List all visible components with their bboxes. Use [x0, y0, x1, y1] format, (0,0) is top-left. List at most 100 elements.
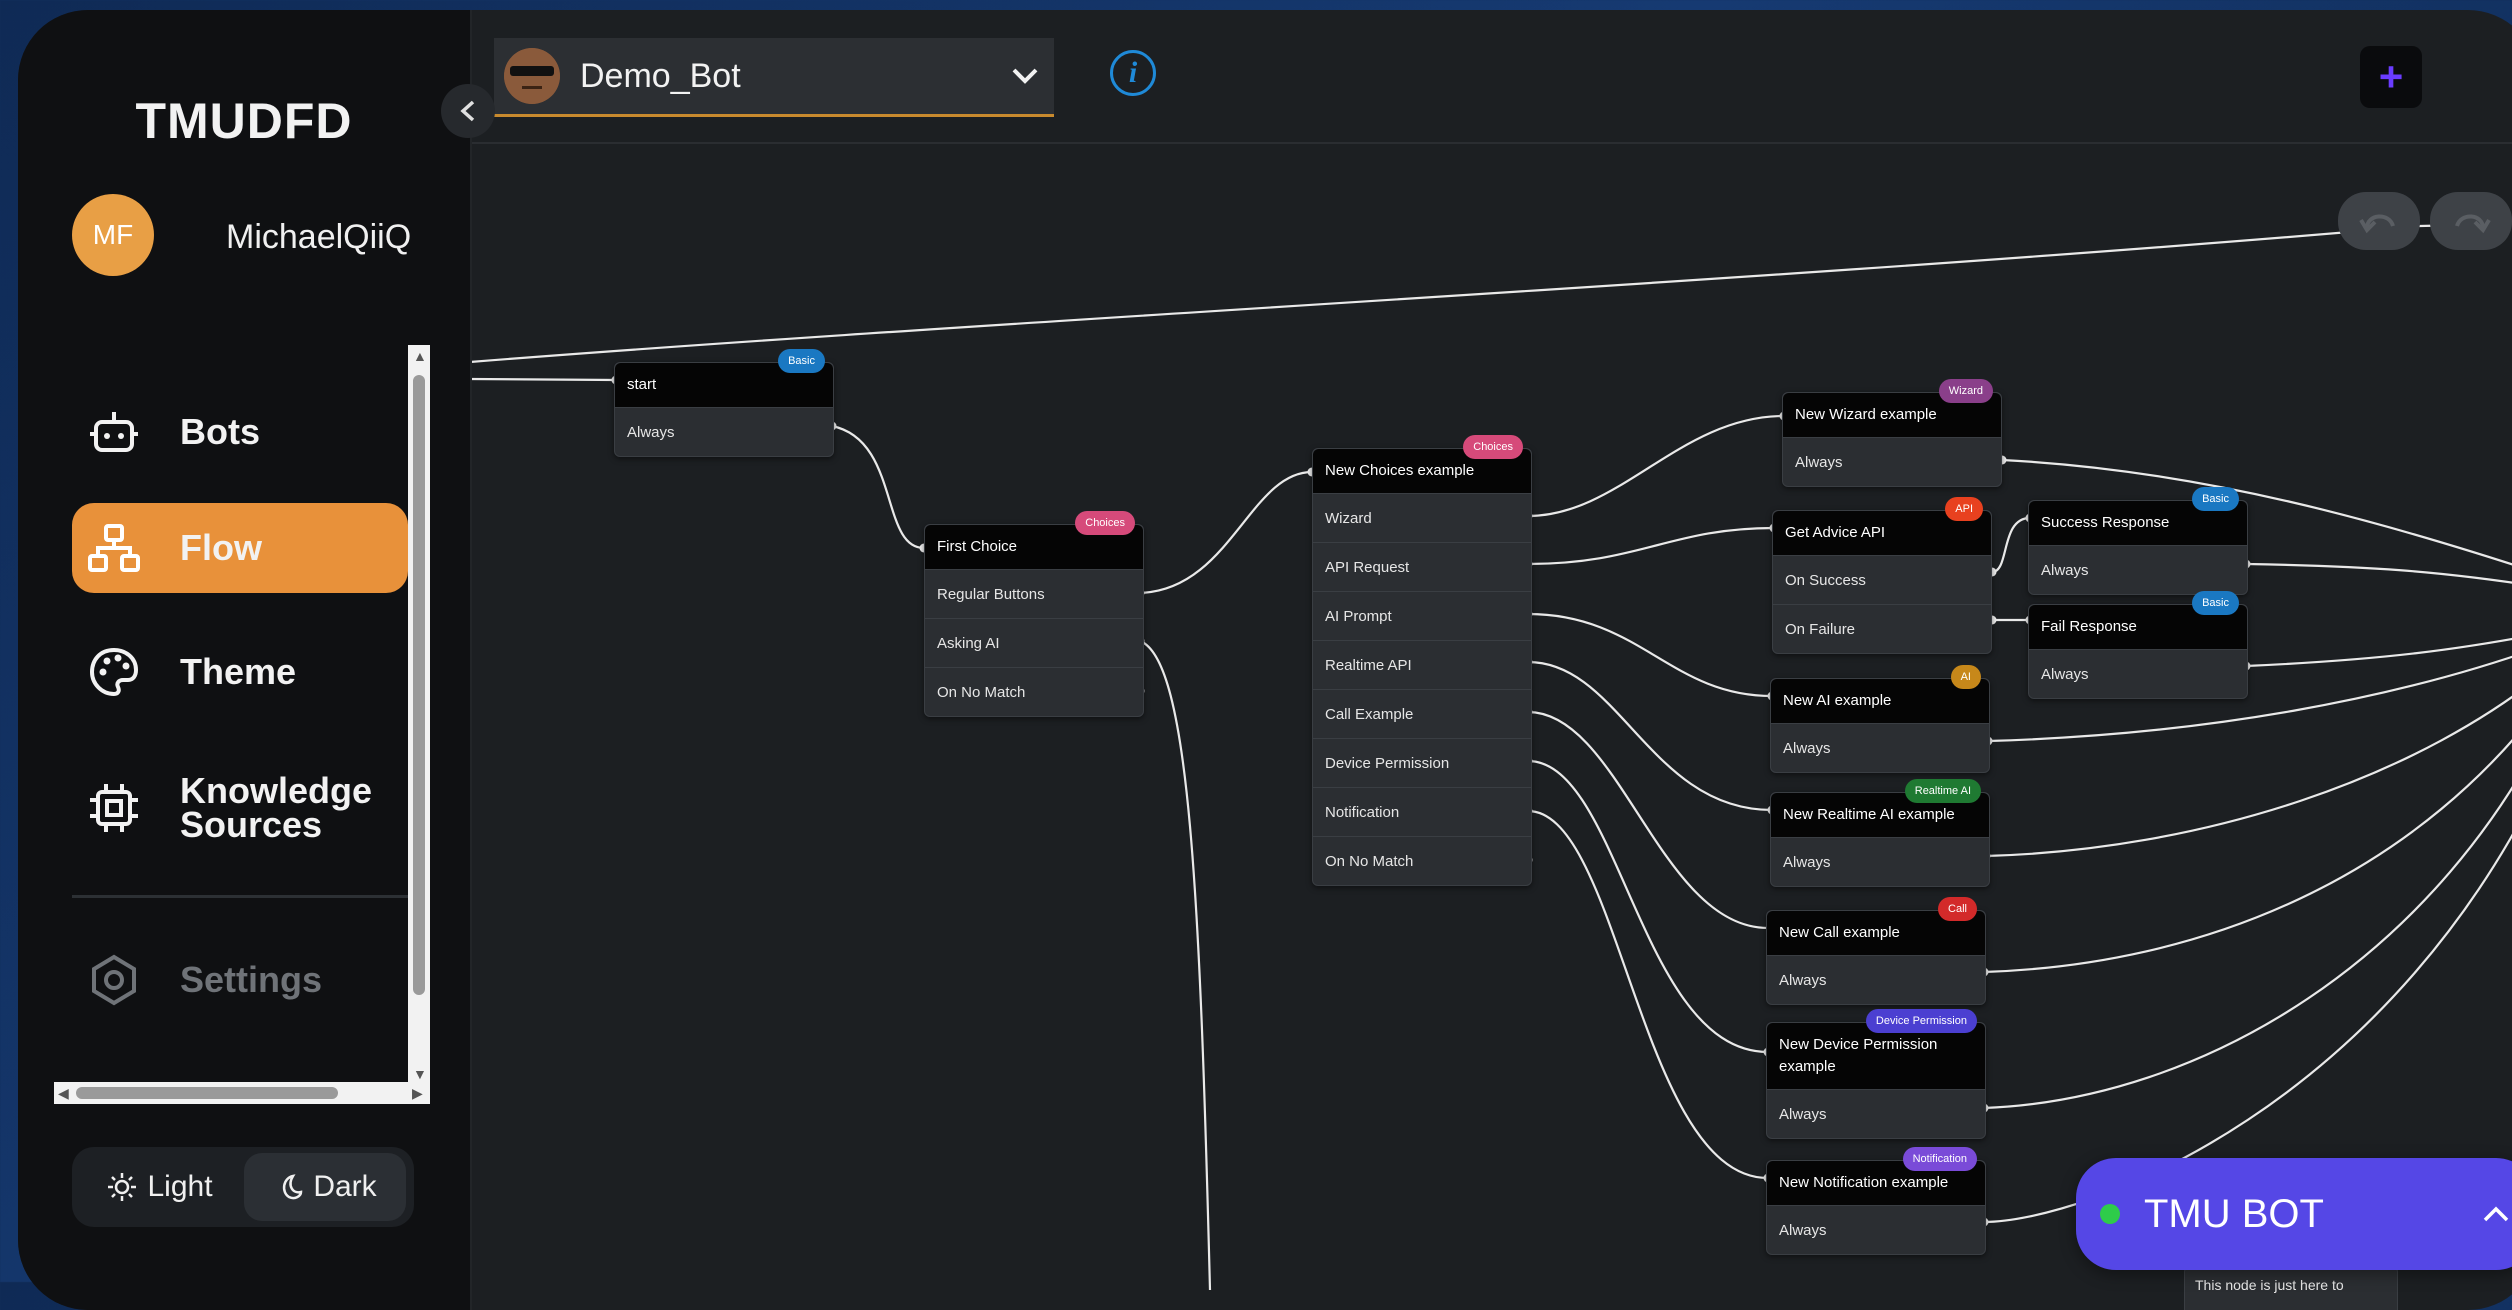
node-row: Wizard: [1313, 493, 1531, 542]
brand-title: TMUDFD: [135, 93, 353, 149]
scroll-up-icon[interactable]: ▲: [413, 349, 427, 363]
flow-node-realtime-ai[interactable]: New Realtime AI example Always Realtime …: [1770, 779, 1990, 887]
scroll-down-icon[interactable]: ▼: [413, 1067, 427, 1081]
node-row: On No Match: [925, 667, 1143, 716]
flow-node-first-choice[interactable]: First Choice Regular Buttons Asking AI O…: [924, 511, 1144, 717]
sidebar-item-settings[interactable]: Settings: [72, 935, 408, 1025]
sidebar-item-knowledge-sources[interactable]: Knowledge Sources: [72, 763, 408, 853]
flow-node-fail-response[interactable]: Fail Response Always Basic: [2028, 591, 2248, 699]
node-badge: Choices: [1075, 511, 1135, 535]
app-window: start Always Basic First Choice Regular …: [18, 10, 2512, 1310]
node-row: Always: [1767, 955, 1985, 1004]
node-row: API Request: [1313, 542, 1531, 591]
bot-avatar-icon: [504, 48, 560, 104]
flow-node-call[interactable]: New Call example Always Call: [1766, 897, 1986, 1005]
info-icon[interactable]: i: [1110, 50, 1156, 96]
node-badge: Basic: [2192, 591, 2239, 615]
flow-node-note-partial[interactable]: This node is just here to: [2184, 1266, 2398, 1310]
node-row: Realtime API: [1313, 640, 1531, 689]
node-badge: Basic: [2192, 487, 2239, 511]
theme-dark-label: Dark: [313, 1170, 377, 1203]
scroll-right-icon[interactable]: ▶: [412, 1086, 423, 1100]
node-row: Device Permission: [1313, 738, 1531, 787]
node-row: Always: [1783, 437, 2001, 486]
node-row: Always: [1767, 1089, 1985, 1138]
node-badge: Device Permission: [1865, 1009, 1977, 1033]
flow-node-wizard[interactable]: New Wizard example Always Wizard: [1782, 379, 2002, 487]
scrollbar-thumb[interactable]: [413, 375, 425, 995]
chat-widget-title: TMU BOT: [2144, 1191, 2324, 1236]
sidebar-item-label: Bots: [180, 411, 260, 452]
flow-icon: [84, 518, 144, 578]
user-name: MichaelQiiQ: [226, 218, 412, 256]
redo-icon: [2455, 214, 2491, 234]
sidebar-item-label: Flow: [180, 527, 262, 568]
chevron-up-icon[interactable]: [2482, 1205, 2510, 1223]
node-row: Call Example: [1313, 689, 1531, 738]
sidebar-horizontal-scrollbar[interactable]: ◀ ▶: [54, 1082, 430, 1104]
bot-name: Demo_Bot: [580, 56, 741, 95]
user-avatar[interactable]: MF: [72, 194, 154, 276]
flow-node-notification[interactable]: New Notification example Always Notifica…: [1766, 1147, 1986, 1255]
sidebar-vertical-scrollbar[interactable]: ▲ ▼: [408, 345, 430, 1085]
flow-node-ai[interactable]: New AI example Always AI: [1770, 665, 1990, 773]
chevron-down-icon: [1012, 68, 1038, 84]
node-badge: Basic: [778, 349, 825, 373]
node-badge: Call: [1938, 897, 1977, 921]
sidebar-item-bots[interactable]: Bots: [72, 387, 408, 477]
sidebar-item-label: Settings: [180, 959, 323, 1000]
redo-button[interactable]: [2430, 192, 2512, 250]
theme-light-label: Light: [147, 1170, 213, 1203]
node-row: Always: [1771, 837, 1989, 886]
node-row: Always: [1767, 1205, 1985, 1254]
status-dot: [2100, 1204, 2120, 1224]
node-row: On Failure: [1773, 604, 1991, 653]
note-text: This node is just here to: [2195, 1277, 2344, 1293]
sidebar-item-label: Knowledge Sources: [180, 770, 373, 845]
undo-button[interactable]: [2338, 192, 2420, 250]
undo-icon: [2359, 214, 2395, 234]
node-row: Regular Buttons: [925, 569, 1143, 618]
flow-node-success-response[interactable]: Success Response Always Basic: [2028, 487, 2248, 595]
nav-divider: [72, 895, 408, 898]
node-row: Always: [615, 407, 833, 456]
hexagon-icon: [84, 950, 144, 1010]
chevron-left-icon: [460, 100, 475, 122]
node-row: Asking AI: [925, 618, 1143, 667]
node-badge: API: [1945, 497, 1983, 521]
collapse-sidebar-button[interactable]: [441, 84, 495, 138]
sidebar-item-flow[interactable]: Flow: [72, 503, 408, 593]
bot-avatar: [504, 48, 560, 104]
sidebar-item-label: Theme: [180, 651, 297, 692]
sun-icon: [108, 1173, 137, 1201]
node-badge: AI: [1950, 665, 1981, 689]
bot-selector[interactable]: Demo_Bot: [494, 38, 1054, 117]
scroll-left-icon[interactable]: ◀: [58, 1086, 69, 1100]
theme-light-button[interactable]: Light: [80, 1153, 240, 1221]
flow-node-get-advice-api[interactable]: Get Advice API On Success On Failure API: [1772, 497, 1992, 654]
node-row: Always: [2029, 545, 2247, 594]
node-row: On Success: [1773, 555, 1991, 604]
theme-dark-button[interactable]: Dark: [244, 1153, 406, 1221]
node-badge: Choices: [1463, 435, 1523, 459]
node-badge: Realtime AI: [1904, 779, 1981, 803]
scrollbar-thumb[interactable]: [76, 1087, 338, 1099]
flow-node-new-choices[interactable]: New Choices example Wizard API Request A…: [1312, 435, 1532, 886]
theme-toggle: Light Dark: [72, 1147, 414, 1227]
node-row: Always: [1771, 723, 1989, 772]
node-row: On No Match: [1313, 836, 1531, 885]
node-row: Notification: [1313, 787, 1531, 836]
node-row: Always: [2029, 649, 2247, 698]
sidebar-item-theme[interactable]: Theme: [72, 627, 408, 717]
sidebar: TMUDFD MF MichaelQiiQ Bots Flow Theme Kn…: [18, 10, 472, 1310]
robot-icon: [84, 402, 144, 462]
chip-icon: [84, 778, 144, 838]
sidebar-nav: Bots Flow Theme Knowledge Sources Settin…: [18, 355, 430, 1100]
flow-node-device-permission[interactable]: New Device Permission example Always Dev…: [1766, 1009, 1986, 1139]
moon-icon: [283, 1174, 303, 1200]
chat-widget[interactable]: TMU BOT: [2076, 1158, 2512, 1270]
flow-node-start[interactable]: start Always Basic: [614, 349, 834, 457]
add-button[interactable]: +: [2360, 46, 2422, 108]
node-badge: Wizard: [1938, 379, 1993, 403]
node-badge: Notification: [1902, 1147, 1977, 1171]
